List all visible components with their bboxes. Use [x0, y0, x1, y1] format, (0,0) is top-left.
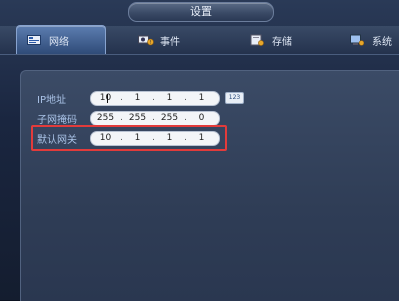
text-caret: [107, 93, 108, 103]
system-monitor-icon: [350, 34, 365, 46]
event-camera-icon: !: [138, 34, 154, 46]
tab-storage[interactable]: 存储: [250, 26, 320, 54]
window-title: 设置: [128, 2, 274, 22]
tab-event-label: 事件: [160, 36, 180, 48]
subnet-mask-input[interactable]: 255. 255. 255. 0: [90, 110, 220, 126]
ip-address-row: IP地址 10. 1. 1. 1 123: [37, 90, 244, 106]
ip-octet-1[interactable]: 10: [91, 93, 120, 103]
tab-storage-label: 存储: [272, 36, 292, 48]
ip-address-input[interactable]: 10. 1. 1. 1: [90, 90, 220, 106]
ip-address-label: IP地址: [37, 94, 66, 106]
tab-event[interactable]: ! 事件: [138, 26, 208, 54]
svg-text:!: !: [149, 40, 151, 46]
subnet-octet-3[interactable]: 255: [155, 113, 184, 123]
tab-system[interactable]: 系统: [350, 26, 399, 54]
subnet-octet-1[interactable]: 255: [91, 113, 120, 123]
tab-network-label: 网络: [49, 36, 69, 48]
settings-tabs: 网络 ! 事件 存储 系统: [0, 25, 399, 55]
numeric-keyboard-button[interactable]: 123: [225, 92, 244, 104]
tab-system-label: 系统: [372, 36, 392, 48]
ip-octet-2[interactable]: 1: [123, 93, 152, 103]
gateway-highlight-box: [31, 125, 227, 151]
storage-drive-icon: [250, 34, 264, 46]
subnet-octet-4[interactable]: 0: [187, 113, 216, 123]
subnet-mask-row: 子网掩码 255. 255. 255. 0: [37, 110, 220, 126]
ip-octet-4[interactable]: 1: [187, 93, 216, 103]
tab-network[interactable]: 网络: [16, 25, 106, 54]
subnet-mask-label: 子网掩码: [37, 114, 77, 126]
settings-window: 设置 网络 ! 事件 存储 系统 IP地址 10 . 1 . 1 . 1 123…: [0, 0, 399, 301]
subnet-octet-2[interactable]: 255: [123, 113, 152, 123]
ip-octet-3[interactable]: 1: [155, 93, 184, 103]
network-card-icon: [27, 34, 41, 46]
